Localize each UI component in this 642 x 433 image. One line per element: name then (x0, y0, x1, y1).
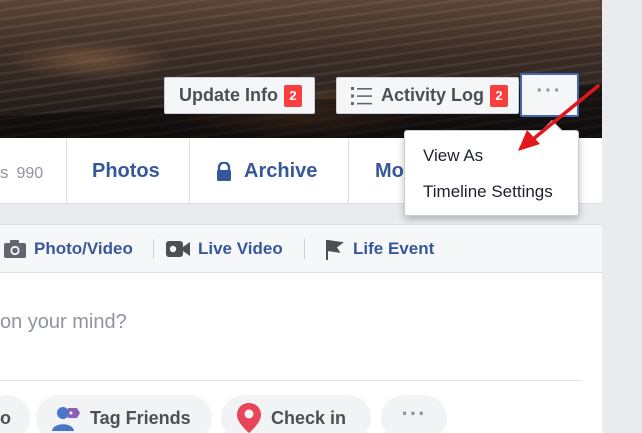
activity-log-button[interactable]: Activity Log 2 (336, 77, 519, 114)
tab-photos[interactable]: Photos (92, 160, 160, 183)
live-video-button[interactable]: Live Video (166, 235, 283, 263)
life-event-label: Life Event (353, 239, 435, 258)
tag-friends-button[interactable]: Tag Friends (36, 395, 212, 433)
location-pin-icon (237, 403, 261, 433)
lock-icon (216, 161, 232, 182)
post-composer: Photo/Video Live Video Life Event on you… (0, 224, 602, 433)
composer-divider (0, 380, 582, 381)
photo-video-button[interactable]: Photo/Video (4, 235, 133, 263)
flag-icon (325, 238, 345, 260)
page-background-rail (602, 0, 642, 433)
photo-video-label: Photo/Video (34, 239, 133, 258)
video-camera-icon (166, 240, 190, 258)
friends-count: 990 (16, 165, 44, 182)
annotation-arrow (518, 84, 600, 151)
more-horizontal-icon: ··· (401, 401, 427, 426)
tab-archive-label: Archive (244, 160, 318, 182)
nav-divider (189, 138, 190, 204)
activity-log-badge: 2 (490, 84, 509, 107)
tab-archive[interactable]: Archive (216, 160, 317, 183)
composer-action-partial-label: o (0, 407, 11, 428)
tag-friends-label: Tag Friends (90, 407, 191, 428)
life-event-button[interactable]: Life Event (325, 235, 434, 263)
status-input[interactable]: on your mind? (0, 311, 127, 334)
tag-friends-icon (52, 404, 80, 432)
tab-friends[interactable]: s 990 (0, 163, 43, 183)
tab-friends-label: s (0, 163, 9, 182)
nav-divider (66, 138, 67, 204)
live-video-label: Live Video (198, 239, 283, 258)
update-info-button[interactable]: Update Info 2 (164, 77, 315, 114)
composer-action-partial[interactable]: o (0, 395, 30, 433)
toolbar-divider (153, 239, 154, 259)
check-in-label: Check in (271, 407, 347, 428)
composer-more-button[interactable]: ··· (381, 395, 447, 433)
camera-icon (4, 240, 26, 258)
update-info-label: Update Info (179, 85, 278, 105)
toolbar-divider (304, 239, 305, 259)
activity-log-label: Activity Log (381, 85, 485, 105)
menu-item-view-as[interactable]: View As (423, 146, 483, 166)
nav-divider (348, 138, 349, 204)
tab-more[interactable]: Mo (375, 160, 404, 183)
composer-toolbar: Photo/Video Live Video Life Event (0, 225, 602, 273)
update-info-badge: 2 (284, 84, 302, 107)
list-icon (351, 86, 373, 106)
check-in-button[interactable]: Check in (221, 395, 371, 433)
menu-item-timeline-settings[interactable]: Timeline Settings (423, 182, 553, 202)
